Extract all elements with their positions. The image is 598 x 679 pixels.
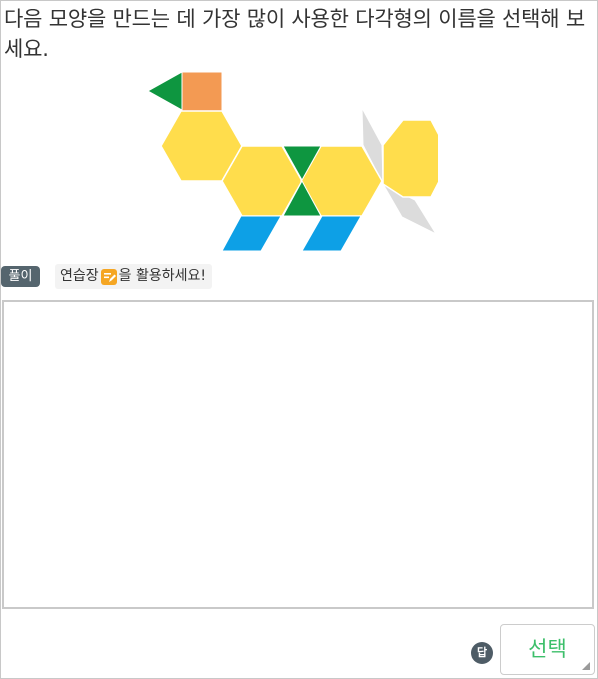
head-square xyxy=(181,71,223,112)
pattern-block-figure xyxy=(146,71,438,252)
scratchpad-hint: 연습장 을 활용하세요! xyxy=(55,264,212,289)
answer-select[interactable]: 선택 xyxy=(500,624,595,675)
leg-parallelogram-left xyxy=(221,215,282,252)
memo-pencil-icon[interactable] xyxy=(100,268,118,286)
hint-suffix: 을 활용하세요! xyxy=(118,268,206,284)
question-text: 다음 모양을 만드는 데 가장 많이 사용한 다각형의 이름을 선택해 보세요. xyxy=(4,7,585,61)
beak-triangle xyxy=(146,71,183,111)
solution-badge: 풀이 xyxy=(1,266,40,287)
tail-hexagon xyxy=(382,119,438,198)
answer-badge: 답 xyxy=(471,642,493,664)
scratchpad-area[interactable] xyxy=(2,300,594,609)
leg-parallelogram-right xyxy=(301,215,362,252)
hint-prefix: 연습장 xyxy=(60,268,99,284)
resize-corner-icon xyxy=(582,662,590,670)
answer-select-label: 선택 xyxy=(528,637,567,661)
